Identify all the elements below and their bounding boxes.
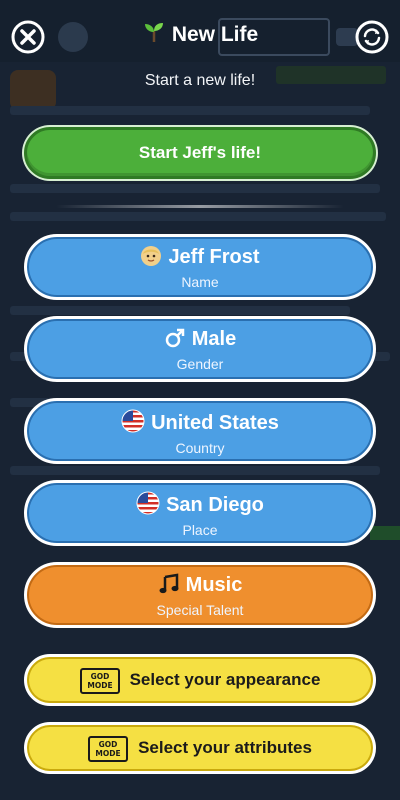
talent-caption: Special Talent (156, 602, 244, 618)
background-text-line (10, 106, 370, 115)
gender-caption: Gender (176, 356, 224, 372)
us-flag-icon (121, 409, 145, 439)
country-caption: Country (175, 440, 225, 456)
background-green-tab (370, 526, 400, 540)
god-mode-badge-text-line1: GOD (90, 672, 109, 681)
god-mode-badge-text-line1: GOD (99, 740, 118, 749)
start-life-button[interactable]: Start Jeff's life! (24, 127, 376, 179)
divider (56, 205, 344, 208)
select-attributes-button[interactable]: GOD MODE Select your attributes (24, 722, 376, 774)
background-text-line (10, 466, 380, 475)
background-text-line (10, 212, 386, 221)
gender-value: Male (191, 328, 237, 350)
god-mode-badge-text-line2: MODE (95, 749, 120, 758)
us-flag-icon (136, 491, 160, 521)
gender-button[interactable]: Male Gender (24, 316, 376, 382)
background-text-line (10, 306, 350, 315)
modal-title-text: New Life (171, 23, 259, 46)
modal-subtitle: Start a new life! (144, 72, 256, 89)
god-mode-badge-icon: GOD MODE (79, 666, 120, 694)
god-mode-badge-icon: GOD MODE (88, 734, 129, 762)
name-button[interactable]: Jeff Frost Name (24, 234, 376, 300)
talent-button[interactable]: Music Special Talent (24, 562, 376, 628)
god-mode-badge-text-line2: MODE (87, 681, 112, 690)
name-value: Jeff Frost (168, 246, 260, 268)
name-caption: Name (181, 274, 219, 290)
select-appearance-button[interactable]: GOD MODE Select your appearance (24, 654, 376, 706)
talent-value-row: Music (27, 573, 373, 601)
male-symbol-icon (164, 327, 186, 355)
select-appearance-label: Select your appearance (129, 670, 321, 689)
place-caption: Place (182, 522, 218, 538)
refresh-icon (355, 20, 389, 54)
music-note-icon (158, 573, 180, 601)
gender-value-row: Male (27, 327, 373, 355)
randomize-button[interactable] (354, 19, 390, 55)
modal-title: New Life (0, 20, 400, 50)
place-value: San Diego (166, 494, 264, 516)
baby-face-icon (140, 245, 162, 273)
country-button[interactable]: United States Country (24, 398, 376, 464)
talent-value: Music (185, 574, 243, 596)
place-button[interactable]: San Diego Place (24, 480, 376, 546)
select-attributes-label: Select your attributes (138, 738, 312, 757)
place-value-row: San Diego (27, 491, 373, 521)
name-value-row: Jeff Frost (27, 245, 373, 273)
country-value: United States (151, 412, 279, 434)
country-value-row: United States (27, 409, 373, 439)
start-life-label: Start Jeff's life! (138, 143, 262, 162)
sprout-icon (142, 20, 166, 50)
background-text-line (10, 184, 380, 193)
